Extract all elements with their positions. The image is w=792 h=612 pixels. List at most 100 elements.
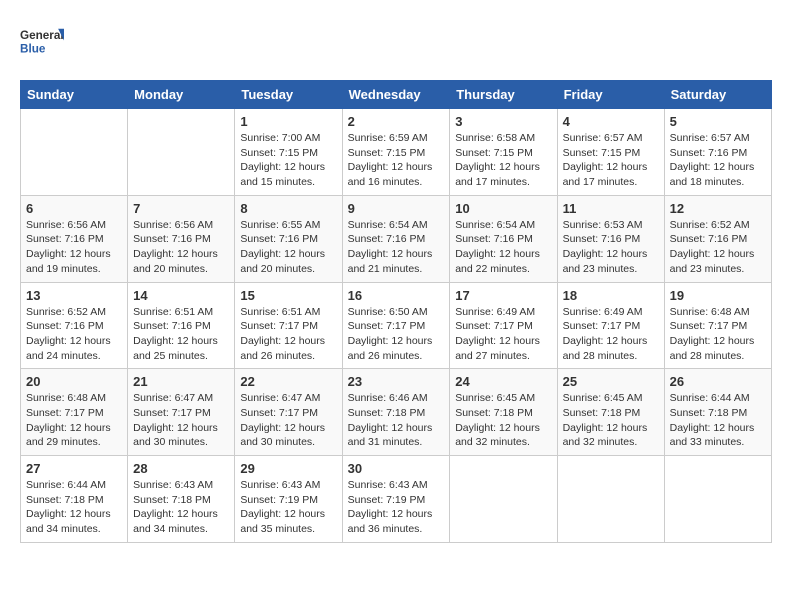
svg-text:General: General: [20, 29, 64, 42]
day-cell: 30 Sunrise: 6:43 AM Sunset: 7:19 PM Dayli…: [342, 456, 450, 543]
day-number: 10: [455, 201, 551, 216]
day-info: Sunrise: 6:52 AM Sunset: 7:16 PM Dayligh…: [26, 305, 122, 364]
day-info: Sunrise: 6:47 AM Sunset: 7:17 PM Dayligh…: [240, 391, 336, 450]
logo: General Blue: [20, 20, 64, 64]
day-info: Sunrise: 6:51 AM Sunset: 7:16 PM Dayligh…: [133, 305, 229, 364]
day-number: 7: [133, 201, 229, 216]
day-number: 6: [26, 201, 122, 216]
day-cell: 27 Sunrise: 6:44 AM Sunset: 7:18 PM Dayli…: [21, 456, 128, 543]
day-info: Sunrise: 6:50 AM Sunset: 7:17 PM Dayligh…: [348, 305, 445, 364]
week-row-1: 1 Sunrise: 7:00 AM Sunset: 7:15 PM Daylig…: [21, 109, 772, 196]
day-info: Sunrise: 6:44 AM Sunset: 7:18 PM Dayligh…: [26, 478, 122, 537]
day-cell: 15 Sunrise: 6:51 AM Sunset: 7:17 PM Dayli…: [235, 282, 342, 369]
day-info: Sunrise: 6:45 AM Sunset: 7:18 PM Dayligh…: [563, 391, 659, 450]
day-number: 14: [133, 288, 229, 303]
day-cell: 20 Sunrise: 6:48 AM Sunset: 7:17 PM Dayli…: [21, 369, 128, 456]
day-info: Sunrise: 6:56 AM Sunset: 7:16 PM Dayligh…: [26, 218, 122, 277]
day-cell: 10Sunrise: 6:54 AM Sunset: 7:16 PM Dayli…: [450, 195, 557, 282]
day-header-thursday: Thursday: [450, 81, 557, 109]
day-cell: 22 Sunrise: 6:47 AM Sunset: 7:17 PM Dayli…: [235, 369, 342, 456]
day-cell: 3 Sunrise: 6:58 AM Sunset: 7:15 PM Daylig…: [450, 109, 557, 196]
day-info: Sunrise: 6:54 AM Sunset: 7:16 PM Dayligh…: [348, 218, 445, 277]
day-info: Sunrise: 6:51 AM Sunset: 7:17 PM Dayligh…: [240, 305, 336, 364]
day-info: Sunrise: 6:57 AM Sunset: 7:15 PM Dayligh…: [563, 131, 659, 190]
week-row-4: 20 Sunrise: 6:48 AM Sunset: 7:17 PM Dayli…: [21, 369, 772, 456]
day-number: 12: [670, 201, 766, 216]
day-number: 28: [133, 461, 229, 476]
day-info: Sunrise: 6:48 AM Sunset: 7:17 PM Dayligh…: [670, 305, 766, 364]
week-row-2: 6 Sunrise: 6:56 AM Sunset: 7:16 PM Daylig…: [21, 195, 772, 282]
day-number: 9: [348, 201, 445, 216]
day-header-sunday: Sunday: [21, 81, 128, 109]
day-header-wednesday: Wednesday: [342, 81, 450, 109]
calendar-table: SundayMondayTuesdayWednesdayThursdayFrid…: [20, 80, 772, 543]
day-info: Sunrise: 6:45 AM Sunset: 7:18 PM Dayligh…: [455, 391, 551, 450]
day-cell: 7 Sunrise: 6:56 AM Sunset: 7:16 PM Daylig…: [128, 195, 235, 282]
day-number: 15: [240, 288, 336, 303]
day-number: 5: [670, 114, 766, 129]
day-number: 27: [26, 461, 122, 476]
day-cell: [664, 456, 771, 543]
day-cell: 14 Sunrise: 6:51 AM Sunset: 7:16 PM Dayli…: [128, 282, 235, 369]
day-cell: 25Sunrise: 6:45 AM Sunset: 7:18 PM Dayli…: [557, 369, 664, 456]
day-cell: 2 Sunrise: 6:59 AM Sunset: 7:15 PM Daylig…: [342, 109, 450, 196]
day-number: 29: [240, 461, 336, 476]
day-cell: 24Sunrise: 6:45 AM Sunset: 7:18 PM Dayli…: [450, 369, 557, 456]
day-number: 30: [348, 461, 445, 476]
day-number: 20: [26, 374, 122, 389]
day-cell: 12Sunrise: 6:52 AM Sunset: 7:16 PM Dayli…: [664, 195, 771, 282]
page-header: General Blue: [20, 20, 772, 64]
day-number: 3: [455, 114, 551, 129]
day-info: Sunrise: 6:49 AM Sunset: 7:17 PM Dayligh…: [455, 305, 551, 364]
day-cell: 28 Sunrise: 6:43 AM Sunset: 7:18 PM Dayli…: [128, 456, 235, 543]
day-info: Sunrise: 6:58 AM Sunset: 7:15 PM Dayligh…: [455, 131, 551, 190]
day-cell: 11Sunrise: 6:53 AM Sunset: 7:16 PM Dayli…: [557, 195, 664, 282]
day-info: Sunrise: 6:43 AM Sunset: 7:19 PM Dayligh…: [240, 478, 336, 537]
week-row-5: 27 Sunrise: 6:44 AM Sunset: 7:18 PM Dayli…: [21, 456, 772, 543]
day-info: Sunrise: 6:43 AM Sunset: 7:19 PM Dayligh…: [348, 478, 445, 537]
day-cell: 16 Sunrise: 6:50 AM Sunset: 7:17 PM Dayli…: [342, 282, 450, 369]
day-number: 26: [670, 374, 766, 389]
logo-svg: General Blue: [20, 20, 64, 64]
day-number: 18: [563, 288, 659, 303]
day-number: 1: [240, 114, 336, 129]
day-info: Sunrise: 6:59 AM Sunset: 7:15 PM Dayligh…: [348, 131, 445, 190]
day-cell: 4Sunrise: 6:57 AM Sunset: 7:15 PM Daylig…: [557, 109, 664, 196]
day-cell: 6 Sunrise: 6:56 AM Sunset: 7:16 PM Daylig…: [21, 195, 128, 282]
day-info: Sunrise: 6:55 AM Sunset: 7:16 PM Dayligh…: [240, 218, 336, 277]
week-row-3: 13 Sunrise: 6:52 AM Sunset: 7:16 PM Dayli…: [21, 282, 772, 369]
day-number: 13: [26, 288, 122, 303]
day-cell: [557, 456, 664, 543]
day-number: 8: [240, 201, 336, 216]
day-info: Sunrise: 6:57 AM Sunset: 7:16 PM Dayligh…: [670, 131, 766, 190]
day-number: 21: [133, 374, 229, 389]
day-cell: 19Sunrise: 6:48 AM Sunset: 7:17 PM Dayli…: [664, 282, 771, 369]
day-number: 17: [455, 288, 551, 303]
header-row: SundayMondayTuesdayWednesdayThursdayFrid…: [21, 81, 772, 109]
day-cell: 21 Sunrise: 6:47 AM Sunset: 7:17 PM Dayli…: [128, 369, 235, 456]
day-info: Sunrise: 6:49 AM Sunset: 7:17 PM Dayligh…: [563, 305, 659, 364]
day-cell: 29 Sunrise: 6:43 AM Sunset: 7:19 PM Dayli…: [235, 456, 342, 543]
day-cell: [128, 109, 235, 196]
day-cell: [21, 109, 128, 196]
day-cell: 9 Sunrise: 6:54 AM Sunset: 7:16 PM Daylig…: [342, 195, 450, 282]
day-number: 2: [348, 114, 445, 129]
day-header-saturday: Saturday: [664, 81, 771, 109]
day-number: 23: [348, 374, 445, 389]
day-cell: 1 Sunrise: 7:00 AM Sunset: 7:15 PM Daylig…: [235, 109, 342, 196]
day-cell: 13 Sunrise: 6:52 AM Sunset: 7:16 PM Dayli…: [21, 282, 128, 369]
day-header-tuesday: Tuesday: [235, 81, 342, 109]
day-info: Sunrise: 6:46 AM Sunset: 7:18 PM Dayligh…: [348, 391, 445, 450]
day-info: Sunrise: 6:43 AM Sunset: 7:18 PM Dayligh…: [133, 478, 229, 537]
day-info: Sunrise: 6:48 AM Sunset: 7:17 PM Dayligh…: [26, 391, 122, 450]
day-cell: 8 Sunrise: 6:55 AM Sunset: 7:16 PM Daylig…: [235, 195, 342, 282]
day-info: Sunrise: 7:00 AM Sunset: 7:15 PM Dayligh…: [240, 131, 336, 190]
day-info: Sunrise: 6:56 AM Sunset: 7:16 PM Dayligh…: [133, 218, 229, 277]
day-cell: 23 Sunrise: 6:46 AM Sunset: 7:18 PM Dayli…: [342, 369, 450, 456]
day-number: 16: [348, 288, 445, 303]
day-number: 22: [240, 374, 336, 389]
day-cell: 5 Sunrise: 6:57 AM Sunset: 7:16 PM Daylig…: [664, 109, 771, 196]
day-info: Sunrise: 6:44 AM Sunset: 7:18 PM Dayligh…: [670, 391, 766, 450]
day-info: Sunrise: 6:47 AM Sunset: 7:17 PM Dayligh…: [133, 391, 229, 450]
day-number: 11: [563, 201, 659, 216]
